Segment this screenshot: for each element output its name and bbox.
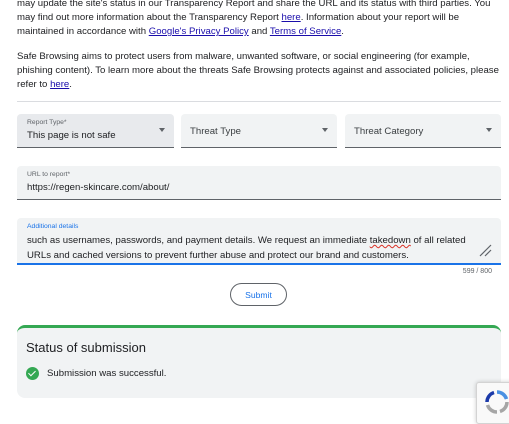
intro-line-2-end: . Information about your report will be — [300, 12, 460, 23]
privacy-policy-link[interactable]: Google's Privacy Policy — [149, 26, 249, 37]
safe-browsing-paragraph: Safe Browsing aims to protect users from… — [17, 50, 502, 92]
recaptcha-badge[interactable] — [476, 382, 509, 424]
url-field-value[interactable]: https://regen-skincare.com/about/ — [27, 182, 169, 193]
submission-status-card: Status of submission Submission was succ… — [17, 325, 501, 398]
intro-line-3-end: . — [341, 26, 344, 37]
intro-line-1: may update the site's status in our Tran… — [17, 0, 491, 9]
and-text: and — [248, 26, 270, 37]
divider — [17, 101, 501, 102]
character-counter: 599 / 800 — [462, 268, 492, 275]
report-type-select[interactable]: Report Type* This page is not safe — [17, 114, 174, 148]
submit-button[interactable]: Submit — [230, 283, 287, 306]
intro-line-3: maintained in accordance with — [17, 26, 149, 37]
check-circle-icon — [26, 367, 39, 380]
additional-details-textarea[interactable]: Additional details such as usernames, pa… — [17, 218, 501, 265]
details-text-part-1: such as usernames, passwords, and paymen… — [27, 235, 370, 246]
intro-line-2: may find out more information about the … — [17, 12, 282, 23]
url-field-label: URL to report* — [27, 171, 71, 178]
transparency-paragraph: may update the site's status in our Tran… — [17, 0, 502, 39]
report-type-value: This page is not safe — [27, 130, 116, 141]
safe-browsing-end: . — [69, 79, 72, 90]
status-row: Submission was successful. — [26, 367, 166, 380]
threat-category-select[interactable]: Threat Category — [345, 114, 501, 148]
caret-down-icon — [159, 128, 165, 132]
safe-browsing-policies-link[interactable]: here — [50, 79, 69, 90]
terms-of-service-link[interactable]: Terms of Service — [270, 26, 341, 37]
transparency-report-link[interactable]: here — [282, 12, 301, 23]
recaptcha-icon — [485, 390, 509, 414]
url-to-report-input[interactable]: URL to report* https://regen-skincare.co… — [17, 166, 501, 200]
additional-details-label: Additional details — [27, 223, 79, 230]
misspelled-word[interactable]: takedown — [370, 235, 411, 246]
threat-type-select[interactable]: Threat Type — [181, 114, 337, 148]
report-type-label: Report Type* — [27, 119, 67, 126]
caret-down-icon — [486, 128, 492, 132]
additional-details-text[interactable]: such as usernames, passwords, and paymen… — [27, 233, 477, 263]
status-message: Submission was successful. — [47, 368, 167, 379]
caret-down-icon — [322, 128, 328, 132]
safe-browsing-text: Safe Browsing aims to protect users from… — [17, 51, 499, 90]
threat-category-placeholder: Threat Category — [354, 126, 424, 137]
threat-type-placeholder: Threat Type — [190, 126, 242, 137]
resize-handle-icon[interactable] — [478, 243, 492, 257]
status-title: Status of submission — [26, 340, 146, 355]
